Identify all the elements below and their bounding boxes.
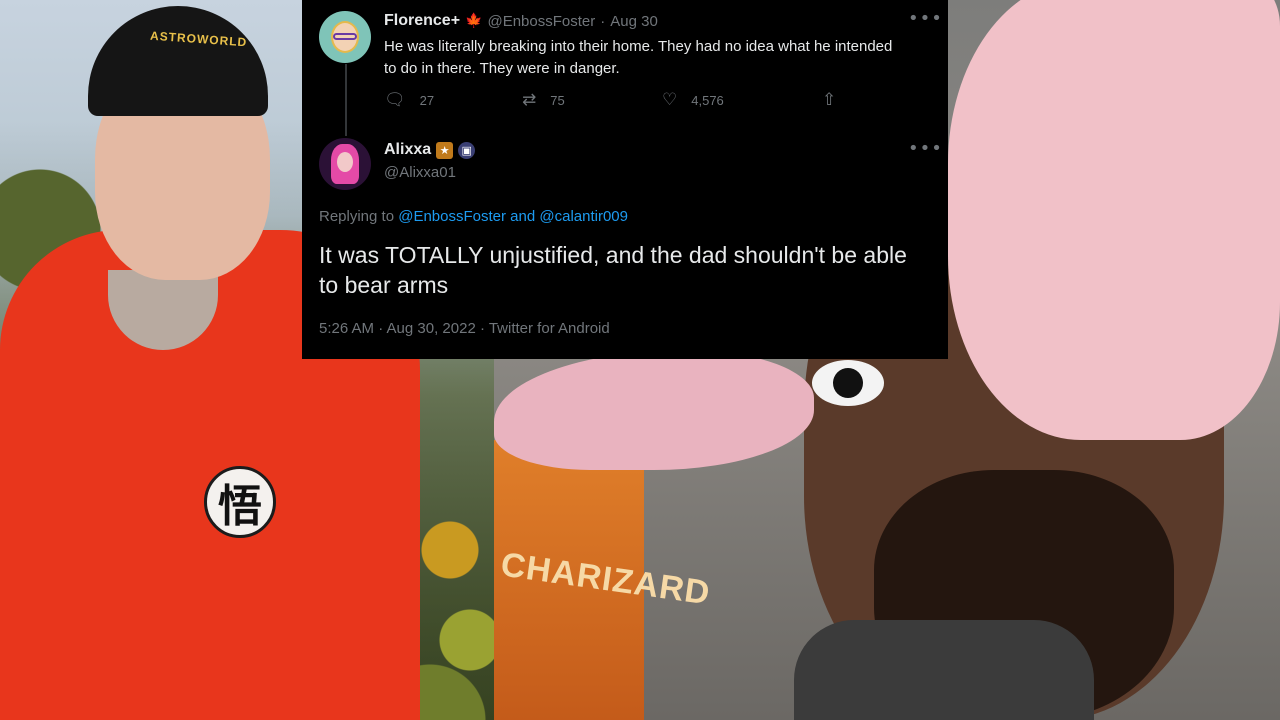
user-handle[interactable]: @Alixxa01: [384, 164, 456, 181]
like-count: 4,576: [691, 93, 724, 108]
tweet-header: Florence+ 🍁 @EnbossFoster · Aug 30: [384, 12, 658, 30]
retweet-button[interactable]: ⇄ 75: [522, 92, 565, 109]
reply-icon: 🗨: [384, 90, 406, 110]
tweet-header: Alixxa ★ ▣: [384, 141, 476, 159]
like-button[interactable]: ♡ 4,576: [662, 92, 724, 109]
tweet-thread-card: Florence+ 🍁 @EnbossFoster · Aug 30 ••• H…: [302, 0, 948, 359]
display-name[interactable]: Alixxa: [384, 141, 431, 159]
reply-count: 27: [419, 93, 435, 108]
avatar[interactable]: [319, 138, 371, 190]
black-cap: [88, 6, 268, 116]
tweet-timestamp[interactable]: 5:26 AM · Aug 30, 2022 · Twitter for And…: [319, 320, 610, 337]
pink-fuzzy-hat: [948, 0, 1280, 440]
separator: ·: [600, 12, 606, 30]
hoodie-kanji-badge: 悟: [204, 466, 276, 538]
more-options-icon[interactable]: •••: [908, 138, 943, 159]
replying-to: Replying to @EnbossFoster and @calantir0…: [319, 208, 628, 225]
user-handle[interactable]: @EnbossFoster: [487, 13, 595, 30]
pink-hat-fluff: [494, 350, 814, 470]
reply-mention-link[interactable]: @EnbossFoster: [398, 208, 506, 225]
display-name[interactable]: Florence+: [384, 12, 460, 30]
reply-joiner: and: [510, 208, 536, 225]
share-icon: ⇧: [822, 90, 837, 110]
replying-prefix: Replying to: [319, 208, 395, 225]
tweet-date[interactable]: Aug 30: [610, 13, 658, 30]
jacket: [794, 620, 1094, 720]
eye: [812, 360, 884, 406]
retweet-count: 75: [550, 93, 565, 108]
maple-leaf-icon: 🍁: [465, 13, 483, 29]
thread-connector: [345, 64, 347, 136]
badge-emoji-icon: ★: [436, 141, 454, 159]
badge-emoji-icon: ▣: [458, 141, 476, 159]
reply-mention-link[interactable]: @calantir009: [539, 208, 628, 225]
tweet-actions: 🗨 27 ⇄ 75 ♡ 4,576 ⇧: [384, 92, 854, 114]
tweet-text-large: It was TOTALLY unjustified, and the dad …: [319, 242, 907, 298]
pupil: [833, 368, 863, 398]
share-button[interactable]: ⇧: [822, 92, 836, 109]
avatar-face: [337, 152, 353, 172]
more-options-icon[interactable]: •••: [908, 8, 943, 29]
heart-icon: ♡: [662, 90, 678, 110]
tweet-text: He was literally breaking into their hom…: [384, 38, 893, 77]
reply-button[interactable]: 🗨 27: [384, 92, 434, 109]
retweet-icon: ⇄: [522, 90, 537, 110]
avatar[interactable]: [319, 11, 371, 63]
avatar-glasses: [333, 33, 357, 40]
